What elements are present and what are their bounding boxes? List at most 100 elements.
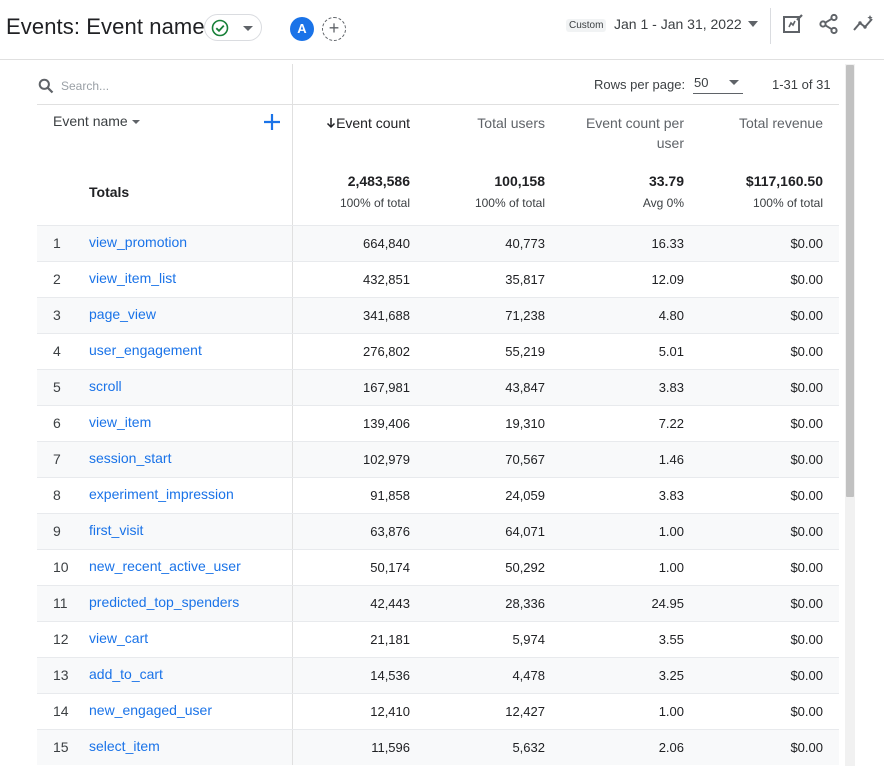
- event-name-link[interactable]: view_cart: [89, 630, 148, 646]
- total-users-value: 100,158: [494, 173, 545, 189]
- toolbar-divider: [37, 104, 839, 105]
- status-chip[interactable]: [204, 14, 262, 41]
- cell-total-revenue: $0.00: [790, 416, 823, 431]
- row-index: 12: [53, 631, 69, 647]
- cell-event-count: 276,802: [363, 344, 410, 359]
- column-header-event-count-per-user[interactable]: Event count per user: [564, 113, 684, 153]
- pagination-info: 1-31 of 31: [772, 77, 831, 92]
- table-row: 2 view_item_list 432,851 35,817 12.09 $0.00: [37, 261, 839, 297]
- total-event-count: 2,483,586: [347, 173, 410, 189]
- column-header-label: Event count: [336, 115, 410, 131]
- cell-event-count: 139,406: [363, 416, 410, 431]
- column-divider: [292, 370, 293, 405]
- row-index: 2: [53, 271, 61, 287]
- event-name-link[interactable]: new_recent_active_user: [89, 558, 241, 574]
- date-range-picker[interactable]: Jan 1 - Jan 31, 2022: [614, 16, 742, 32]
- cell-total-revenue: $0.00: [790, 740, 823, 755]
- cell-total-users: 40,773: [505, 236, 545, 251]
- event-name-link[interactable]: experiment_impression: [89, 486, 234, 502]
- event-name-link[interactable]: new_engaged_user: [89, 702, 212, 718]
- row-index: 3: [53, 307, 61, 323]
- cell-event-count-per-user: 16.33: [651, 236, 684, 251]
- column-divider: [292, 550, 293, 585]
- event-name-link[interactable]: view_item_list: [89, 270, 176, 286]
- cell-total-users: 55,219: [505, 344, 545, 359]
- cell-event-count-per-user: 3.55: [658, 632, 684, 647]
- table-row: 14 new_engaged_user 12,410 12,427 1.00 $0.00: [37, 693, 839, 729]
- column-divider: [292, 622, 293, 657]
- column-divider: [292, 586, 293, 621]
- column-header-event-count[interactable]: Event count: [326, 113, 410, 133]
- add-comparison-icon[interactable]: +: [322, 17, 346, 41]
- check-circle-icon: [211, 19, 229, 37]
- total-revenue-value: $117,160.50: [745, 173, 823, 189]
- row-index: 10: [53, 559, 69, 575]
- row-index: 7: [53, 451, 61, 467]
- chevron-down-icon: [131, 120, 140, 125]
- event-name-link[interactable]: view_item: [89, 414, 151, 430]
- column-header-total-revenue[interactable]: Total revenue: [739, 113, 823, 133]
- event-name-link[interactable]: first_visit: [89, 522, 143, 538]
- row-index: 11: [53, 595, 68, 611]
- table-row: 8 experiment_impression 91,858 24,059 3.83 $0…: [37, 477, 839, 513]
- column-header-total-users[interactable]: Total users: [477, 113, 545, 133]
- cell-event-count: 91,858: [370, 488, 410, 503]
- search-icon: [38, 78, 54, 94]
- column-divider: [292, 730, 293, 765]
- cell-event-count-per-user: 5.01: [658, 344, 684, 359]
- event-name-link[interactable]: page_view: [89, 306, 156, 322]
- dimension-header[interactable]: Event name: [53, 113, 140, 129]
- share-icon[interactable]: [817, 12, 841, 36]
- report-header: Events: Event name A + Custom Jan 1 - Ja…: [0, 0, 884, 60]
- add-dimension-icon[interactable]: [261, 111, 283, 133]
- avatar[interactable]: A: [290, 17, 314, 41]
- edit-report-icon[interactable]: [781, 12, 805, 36]
- date-custom-badge: Custom: [566, 19, 607, 32]
- cell-total-revenue: $0.00: [790, 308, 823, 323]
- column-divider: [292, 658, 293, 693]
- row-index: 1: [53, 235, 61, 251]
- scrollbar-thumb[interactable]: [846, 65, 854, 497]
- cell-total-users: 12,427: [505, 704, 545, 719]
- cell-total-users: 5,974: [512, 632, 545, 647]
- event-name-link[interactable]: user_engagement: [89, 342, 202, 358]
- cell-event-count: 341,688: [363, 308, 410, 323]
- event-name-link[interactable]: predicted_top_spenders: [89, 594, 239, 610]
- cell-event-count-per-user: 3.25: [658, 668, 684, 683]
- chevron-down-icon: [729, 80, 739, 85]
- cell-total-revenue: $0.00: [790, 524, 823, 539]
- cell-event-count-per-user: 1.00: [658, 524, 684, 539]
- cell-total-users: 71,238: [505, 308, 545, 323]
- cell-event-count: 102,979: [363, 452, 410, 467]
- event-name-link[interactable]: session_start: [89, 450, 171, 466]
- rows-per-page-select[interactable]: 50: [693, 72, 743, 94]
- event-name-link[interactable]: view_promotion: [89, 234, 187, 250]
- row-index: 15: [53, 739, 69, 755]
- insights-icon[interactable]: [852, 12, 876, 36]
- cell-total-revenue: $0.00: [790, 236, 823, 251]
- row-index: 13: [53, 667, 69, 683]
- cell-event-count: 432,851: [363, 272, 410, 287]
- table-row: 4 user_engagement 276,802 55,219 5.01 $0.00: [37, 333, 839, 369]
- column-divider: [292, 334, 293, 369]
- cell-total-revenue: $0.00: [790, 488, 823, 503]
- cell-event-count: 50,174: [370, 560, 410, 575]
- cell-total-users: 70,567: [505, 452, 545, 467]
- cell-total-users: 50,292: [505, 560, 545, 575]
- table-row: 1 view_promotion 664,840 40,773 16.33 $0.00: [37, 225, 839, 261]
- cell-event-count: 14,536: [370, 668, 410, 683]
- event-name-link[interactable]: scroll: [89, 378, 122, 394]
- table-row: 5 scroll 167,981 43,847 3.83 $0.00: [37, 369, 839, 405]
- date-dropdown-icon[interactable]: [748, 21, 758, 27]
- search-input[interactable]: [59, 75, 263, 97]
- column-divider: [292, 406, 293, 441]
- cell-total-users: 4,478: [512, 668, 545, 683]
- event-name-link[interactable]: select_item: [89, 738, 160, 754]
- column-divider: [292, 442, 293, 477]
- table-row: 12 view_cart 21,181 5,974 3.55 $0.00: [37, 621, 839, 657]
- column-divider: [292, 226, 293, 261]
- event-name-link[interactable]: add_to_cart: [89, 666, 163, 682]
- header-divider: [770, 8, 771, 44]
- row-index: 4: [53, 343, 61, 359]
- cell-event-count: 42,443: [370, 596, 410, 611]
